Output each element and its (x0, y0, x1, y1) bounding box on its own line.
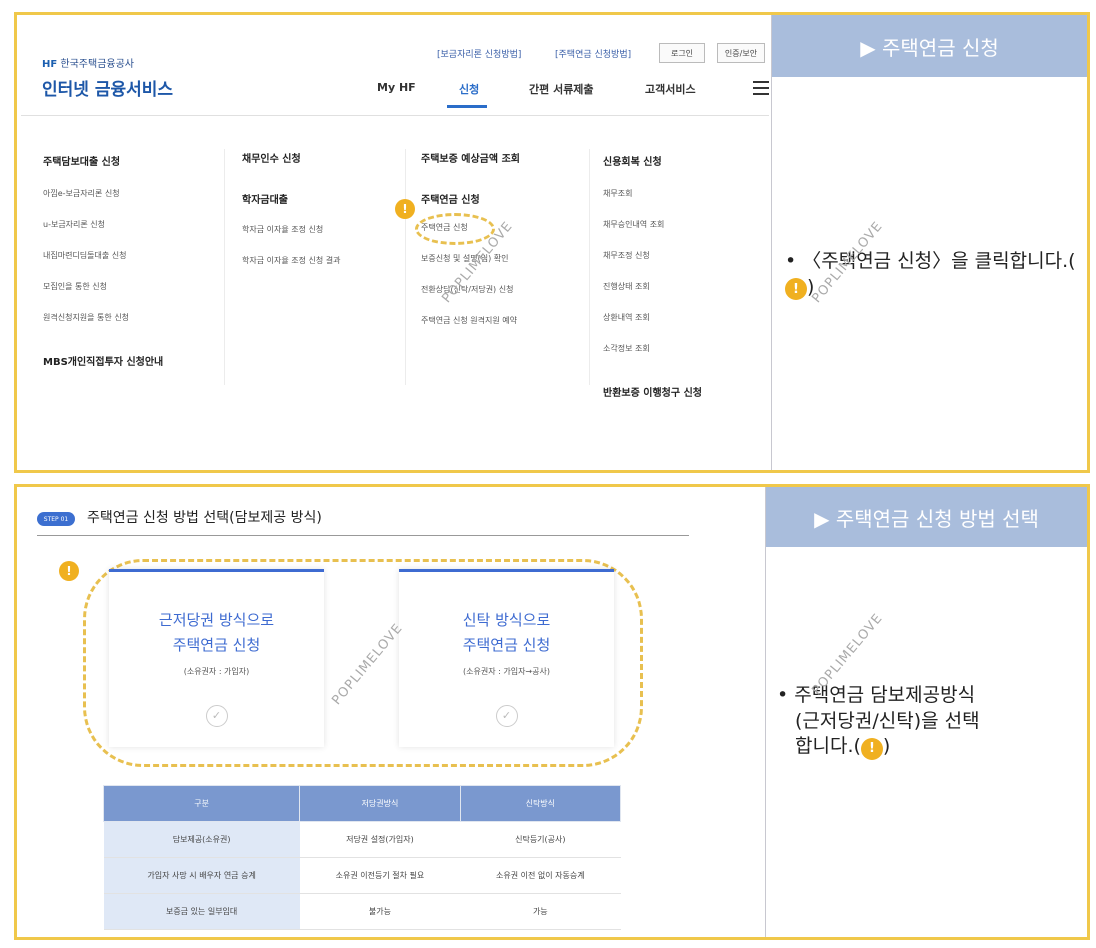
menu-item[interactable]: 주택연금 신청 원격지원 예약 (421, 315, 520, 326)
nav-simple-docs[interactable]: 간편 서류제출 (529, 81, 594, 97)
menu-col-mortgage: 주택담보대출 신청 아낌e-보금자리론 신청 u-보금자리론 신청 내집마련디딤… (43, 153, 163, 368)
table-header: 저당권방식 (299, 785, 461, 822)
title-divider (37, 535, 689, 536)
trust-method-card[interactable]: 신탁 방식으로 주택연금 신청 (소유권자 : 가입자→공사) ✓ (399, 569, 614, 747)
step-badge-icon: ! (59, 561, 79, 581)
menu-item[interactable]: 학자금 이자율 조정 신청 결과 (242, 255, 341, 266)
table-row: 담보제공(소유권) 저당권 설정(가입자) 신탁등기(공사) (103, 821, 621, 858)
link-pension-howto[interactable]: [주택연금 신청방법] (555, 47, 631, 60)
card-owner-note: (소유권자 : 가입자) (183, 666, 250, 676)
step-badge-icon: ! (860, 738, 883, 761)
step-title: 주택연금 신청 방법 선택(담보제공 방식) (87, 510, 322, 526)
side-heading: ▶ 주택연금 신청 방법 선택 (766, 487, 1087, 547)
menu-head-pension-apply[interactable]: 주택연금 신청 (421, 191, 520, 206)
check-circle-icon[interactable]: ✓ (205, 704, 228, 727)
highlight-oval (415, 213, 495, 245)
menu-item[interactable]: 상환내역 조회 (603, 312, 702, 323)
menu-item[interactable]: 채무조회 (603, 188, 702, 199)
table-header: 신탁방식 (459, 785, 622, 822)
site-title[interactable]: 인터넷 금융서비스 (42, 75, 173, 100)
card-owner-note: (소유권자 : 가입자→공사) (463, 666, 550, 676)
menu-col-credit: 신용회복 신청 채무조회 채무승인내역 조회 채무조정 신청 진행상태 조회 상… (603, 153, 702, 399)
comparison-table: 구분 저당권방식 신탁방식 담보제공(소유권) 저당권 설정(가입자) 신탁등기… (102, 785, 622, 930)
menu-item[interactable]: 전환상담(신탁/저당권) 신청 (421, 284, 520, 295)
menu-item[interactable]: 채무조정 신청 (603, 250, 702, 261)
menu-head-credit-recovery[interactable]: 신용회복 신청 (603, 153, 702, 168)
step-pill: STEP 01 (37, 512, 75, 526)
table-header: 구분 (102, 785, 301, 822)
nav-customer-service[interactable]: 고객서비스 (645, 81, 696, 97)
nav-apply[interactable]: 신청 (459, 81, 479, 97)
menu-item[interactable]: 원격신청지원을 통한 신청 (43, 312, 163, 323)
menu-item[interactable]: 소각정보 조회 (603, 343, 702, 354)
link-bogeumjari-howto[interactable]: [보금자리론 신청방법] (437, 47, 521, 60)
menu-item[interactable]: 모집인을 통한 신청 (43, 281, 163, 292)
menu-col-debt: 채무인수 신청 학자금대출 학자금 이자율 조정 신청 학자금 이자율 조정 신… (242, 150, 341, 266)
hamburger-menu-icon[interactable] (753, 81, 769, 99)
menu-divider (21, 115, 769, 116)
step-badge-icon: ! (785, 278, 807, 301)
menu-head-mortgage[interactable]: 주택담보대출 신청 (43, 153, 163, 168)
panel-divider (765, 487, 766, 937)
column-divider (589, 149, 590, 385)
column-divider (405, 149, 406, 385)
menu-head-debt-assume[interactable]: 채무인수 신청 (242, 150, 341, 165)
panel-menu-guide: HF 한국주택금융공사 인터넷 금융서비스 [보금자리론 신청방법] [주택연금… (14, 12, 1090, 473)
menu-head-student-loan[interactable]: 학자금대출 (242, 191, 341, 206)
nav-my-hf[interactable]: My HF (377, 81, 416, 94)
nav-active-indicator (447, 105, 487, 108)
auth-security-button[interactable]: 인증/보안 (717, 43, 765, 63)
table-row: 보증금 있는 일부임대 불가능 가능 (103, 893, 621, 930)
menu-item[interactable]: u-보금자리론 신청 (43, 219, 163, 230)
menu-item[interactable]: 내집마련디딤돌대출 신청 (43, 250, 163, 261)
menu-item[interactable]: 학자금 이자율 조정 신청 (242, 224, 341, 235)
check-circle-icon[interactable]: ✓ (495, 704, 518, 727)
column-divider (224, 149, 225, 385)
hf-logo[interactable]: HF 한국주택금융공사 (42, 55, 134, 70)
login-button[interactable]: 로그인 (659, 43, 705, 63)
step-badge-icon: ! (395, 199, 415, 219)
menu-head-mbs[interactable]: MBS개인직접투자 신청안내 (43, 353, 163, 368)
panel-divider (771, 15, 772, 470)
mortgage-method-card[interactable]: 근저당권 방식으로 주택연금 신청 (소유권자 : 가입자) ✓ (109, 569, 324, 747)
table-row: 가입자 사망 시 배우자 연금 승계 소유권 이전등기 절차 필요 소유권 이전… (103, 857, 621, 894)
side-heading: ▶ 주택연금 신청 (772, 15, 1087, 77)
panel-method-guide: STEP 01 주택연금 신청 방법 선택(담보제공 방식) ! 근저당권 방식… (14, 484, 1090, 940)
menu-head-deposit-guarantee[interactable]: 반환보증 이행청구 신청 (603, 384, 702, 399)
menu-head-guarantee-estimate[interactable]: 주택보증 예상금액 조회 (421, 150, 520, 165)
menu-item[interactable]: 진행상태 조회 (603, 281, 702, 292)
menu-item[interactable]: 아낌e-보금자리론 신청 (43, 188, 163, 199)
side-instruction: • 주택연금 담보제공방식 (근저당권/신탁)을 선택 합니다.(!) (777, 683, 980, 761)
menu-item[interactable]: 채무승인내역 조회 (603, 219, 702, 230)
